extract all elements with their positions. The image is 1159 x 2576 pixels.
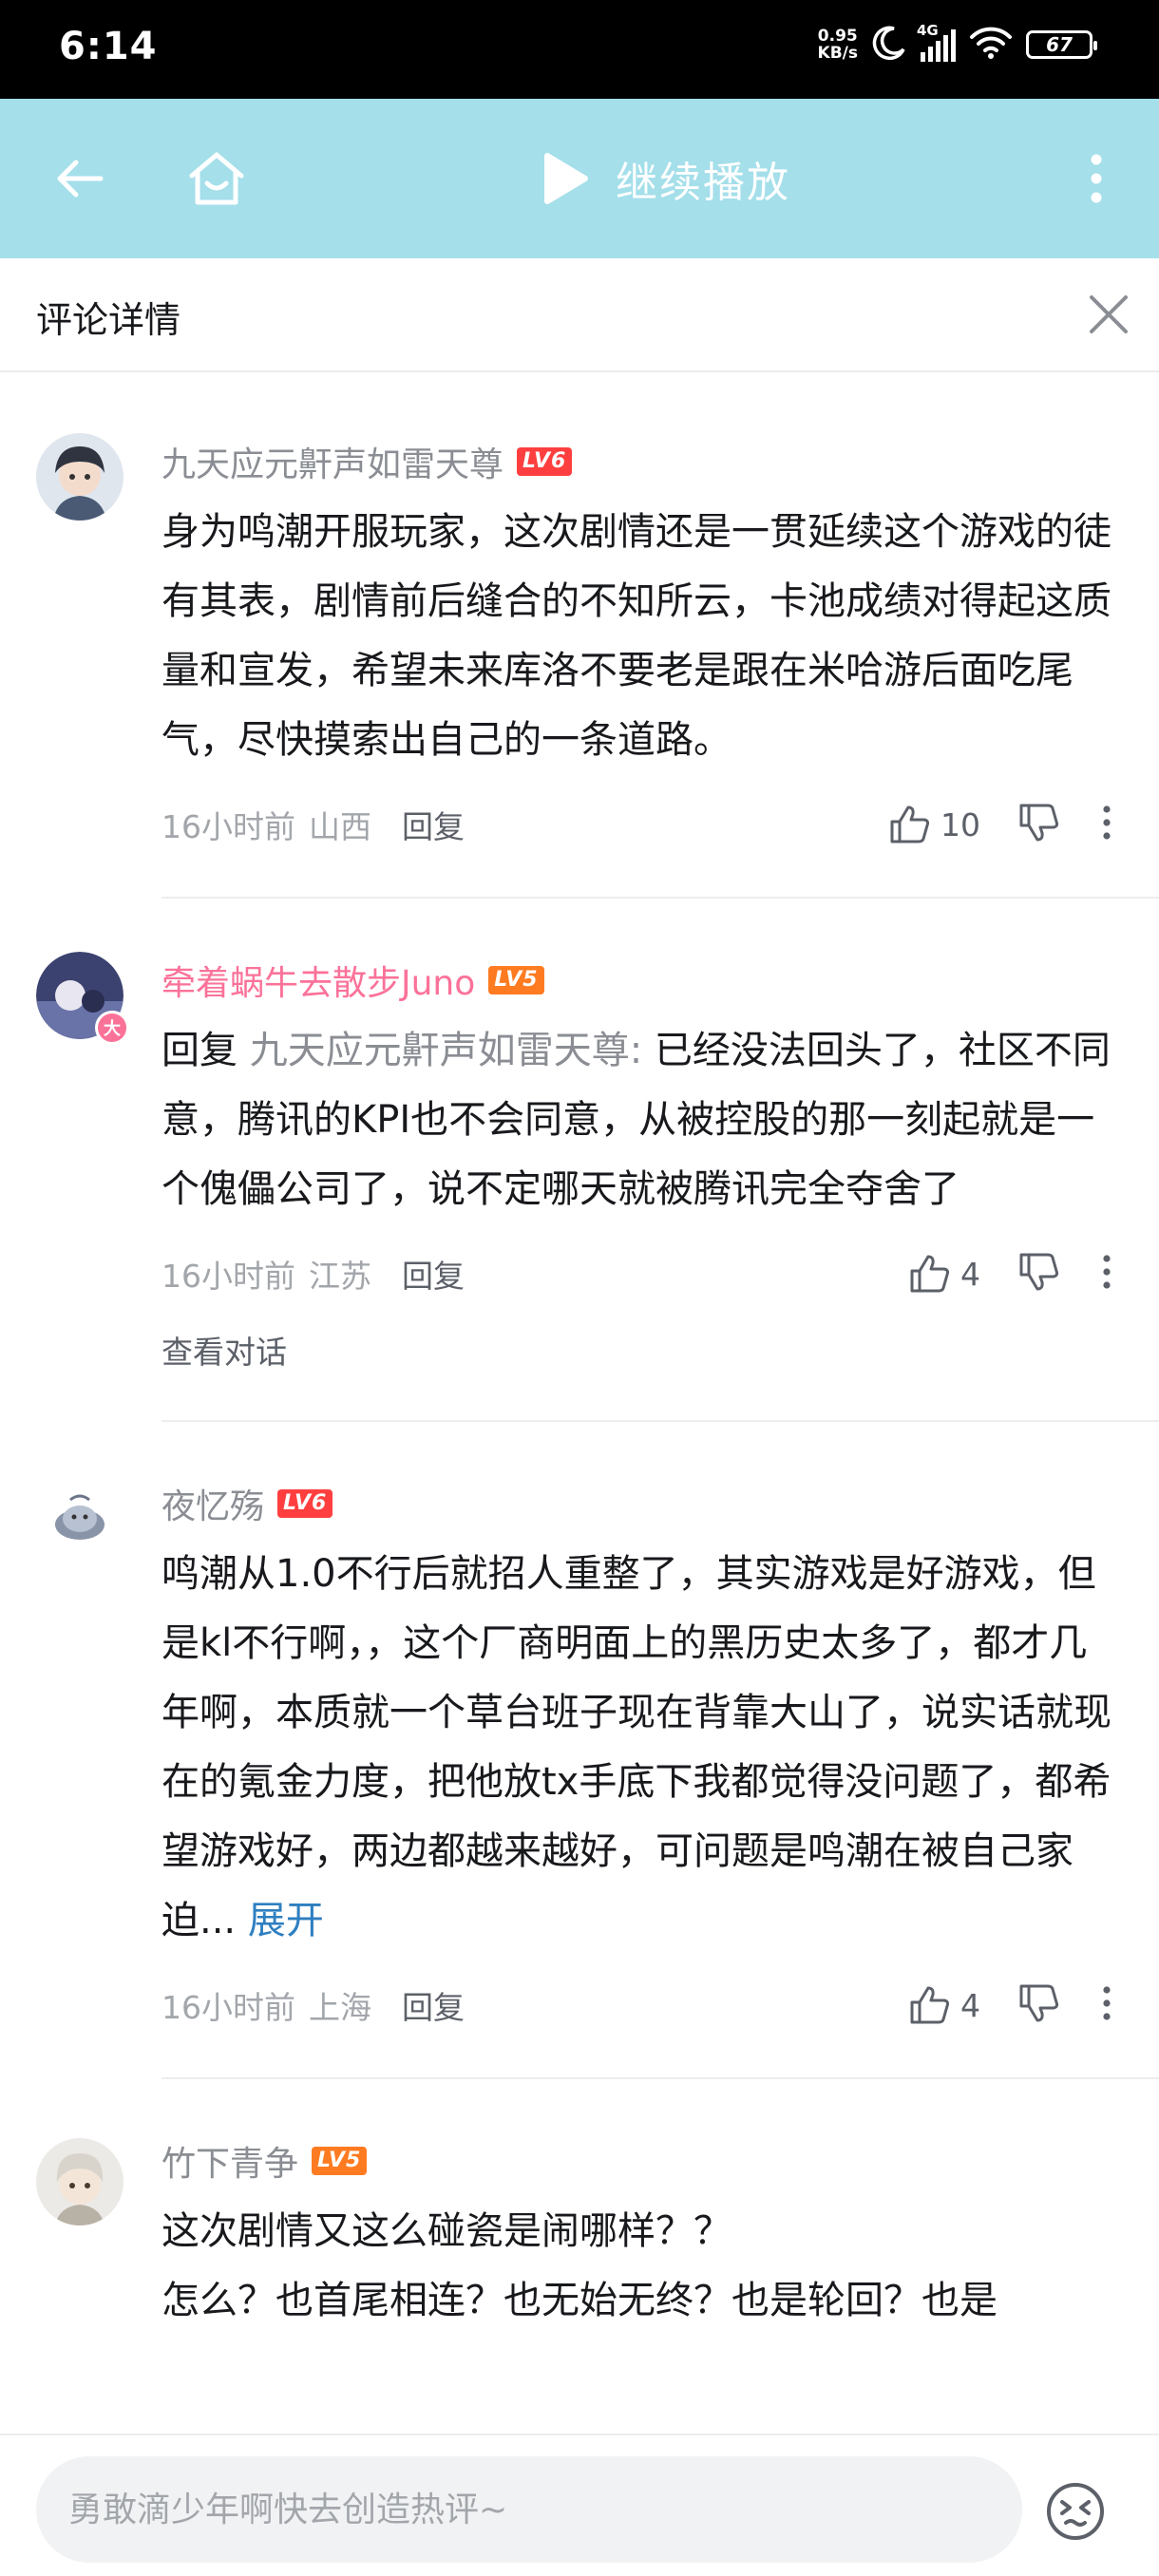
level-badge: LV5 (488, 966, 544, 994)
comment-line: 这次剧情又这么碰瓷是闹哪样？？ (162, 2209, 732, 2253)
page-title: 评论详情 (36, 299, 181, 341)
network-speed: 0.95 KB/s (817, 27, 858, 63)
comment-input[interactable] (36, 2456, 1022, 2563)
moon-icon (871, 25, 907, 65)
back-button[interactable] (42, 141, 118, 217)
more-vertical-icon (1091, 154, 1102, 203)
comment-item: 大 牵着蜗牛去散步Juno LV5 回复 九天应元鼾声如雷天尊: 已经没法回头了… (0, 899, 1159, 1420)
avatar[interactable] (36, 2138, 124, 2226)
thumbs-down-icon (1019, 1253, 1059, 1291)
status-bar: 6:14 0.95 KB/s 4G 67 (0, 0, 1159, 99)
comment-more-button[interactable] (1102, 1255, 1112, 1293)
thumbs-up-icon (890, 805, 930, 843)
thumbs-up-icon (910, 1255, 950, 1293)
username-row: 竹下青争 LV5 (162, 2132, 1112, 2189)
comment-meta: 16小时前 上海 回复 4 (162, 1977, 1112, 2034)
username[interactable]: 牵着蜗牛去散步Juno (162, 956, 475, 1005)
username[interactable]: 竹下青争 (162, 2136, 298, 2186)
level-badge: LV6 (517, 447, 573, 476)
comment-actions: 4 (909, 1245, 1112, 1302)
emoji-button[interactable] (1045, 2481, 1106, 2542)
emoji-icon (1047, 2483, 1104, 2540)
avatar[interactable] (36, 433, 124, 521)
close-button[interactable] (1077, 283, 1140, 346)
username[interactable]: 九天应元鼾声如雷天尊 (162, 437, 504, 486)
username-row: 牵着蜗牛去散步Juno LV5 (162, 952, 1112, 1009)
thumbs-up-icon (910, 1986, 950, 2024)
username-row: 九天应元鼾声如雷天尊 LV6 (162, 433, 1112, 490)
comment-text: 鸣潮从1.0不行后就招人重整了，其实游戏是好游戏，但是kl不行啊，，这个厂商明面… (162, 1540, 1112, 1956)
reply-button[interactable]: 回复 (402, 1251, 465, 1297)
comment-actions: 10 (889, 796, 1112, 853)
expand-link[interactable]: 展开 (248, 1899, 324, 1942)
avatar[interactable] (36, 1475, 124, 1563)
comment-body: 鸣潮从1.0不行后就招人重整了，其实游戏是好游戏，但是kl不行啊，，这个厂商明面… (162, 1552, 1112, 1942)
view-conversation-link[interactable]: 查看对话 (162, 1327, 1112, 1373)
more-options-button[interactable] (1058, 141, 1134, 217)
reply-to-username[interactable]: 九天应元鼾声如雷天尊: (250, 1029, 642, 1072)
comment-time: 16小时前 (162, 1989, 295, 2026)
comment-time: 16小时前 (162, 808, 295, 845)
like-button[interactable]: 4 (909, 1254, 980, 1294)
comment-more-button[interactable] (1102, 805, 1112, 843)
signal-icon: 4G (917, 22, 956, 62)
like-button[interactable]: 10 (889, 805, 980, 844)
comment-item: 竹下青争 LV5 这次剧情又这么碰瓷是闹哪样？？ 怎么？也首尾相连？也无始无终？… (0, 2079, 1159, 2336)
comment-meta: 16小时前 山西 回复 10 (162, 796, 1112, 853)
dislike-button[interactable] (1018, 1252, 1060, 1296)
comment-list: 九天应元鼾声如雷天尊 LV6 身为鸣潮开服玩家，这次剧情还是一贯延续这个游戏的徒… (0, 372, 1159, 2336)
username[interactable]: 夜忆殇 (162, 1479, 264, 1528)
like-count: 4 (960, 1255, 980, 1293)
comment-location: 江苏 (309, 1258, 371, 1295)
comment-input-bar (0, 2434, 1159, 2576)
thumbs-down-icon (1019, 804, 1059, 842)
continue-play-label: 继续播放 (616, 159, 790, 207)
play-icon (544, 153, 588, 204)
avatar-badge: 大 (95, 1011, 129, 1045)
comment-actions: 4 (909, 1977, 1112, 2034)
comment-detail-header: 评论详情 (0, 258, 1159, 372)
level-badge: LV6 (277, 1489, 333, 1518)
more-vertical-icon (1103, 1255, 1111, 1289)
comment-location: 上海 (309, 1989, 371, 2026)
reply-button[interactable]: 回复 (402, 802, 465, 847)
reply-prefix: 回复 (162, 1029, 238, 1072)
comment-text: 回复 九天应元鼾声如雷天尊: 已经没法回头了，社区不同意，腾讯的KPI也不会同意… (162, 1016, 1112, 1224)
comment-text: 身为鸣潮开服玩家，这次剧情还是一贯延续这个游戏的徒有其表，剧情前后缝合的不知所云… (162, 510, 1112, 762)
comment-location: 山西 (309, 808, 371, 845)
arrow-left-icon (57, 160, 104, 198)
comment-item: 夜忆殇 LV6 鸣潮从1.0不行后就招人重整了，其实游戏是好游戏，但是kl不行啊… (0, 1422, 1159, 2077)
home-icon (189, 152, 244, 205)
level-badge: LV5 (312, 2147, 368, 2175)
comment-more-button[interactable] (1102, 1986, 1112, 2024)
wifi-icon (969, 26, 1013, 64)
comment-line: 怎么？也首尾相连？也无始无终？也是轮回？也是 (162, 2279, 998, 2322)
battery-icon: 67 (1026, 30, 1097, 59)
dislike-button[interactable] (1018, 803, 1060, 846)
username-row: 夜忆殇 LV6 (162, 1475, 1112, 1532)
more-vertical-icon (1103, 805, 1111, 840)
comment-text: 这次剧情又这么碰瓷是闹哪样？？ 怎么？也首尾相连？也无始无终？也是轮回？也是 (162, 2197, 1112, 2336)
reply-button[interactable]: 回复 (402, 1982, 465, 2028)
home-button[interactable] (179, 141, 255, 217)
more-vertical-icon (1103, 1986, 1111, 2020)
status-time: 6:14 (59, 25, 158, 68)
comment-meta: 16小时前 江苏 回复 4 (162, 1245, 1112, 1302)
continue-play-button[interactable]: 继续播放 (542, 148, 790, 209)
avatar[interactable]: 大 (36, 952, 129, 1045)
status-icons: 0.95 KB/s 4G 67 (817, 22, 1097, 65)
like-count: 4 (960, 1986, 980, 2024)
like-count: 10 (940, 805, 980, 843)
thumbs-down-icon (1019, 1984, 1059, 2022)
comment-item: 九天应元鼾声如雷天尊 LV6 身为鸣潮开服玩家，这次剧情还是一贯延续这个游戏的徒… (0, 372, 1159, 897)
comment-time: 16小时前 (162, 1258, 295, 1295)
close-icon (1090, 295, 1128, 333)
top-nav-bar: 继续播放 (0, 99, 1159, 258)
like-button[interactable]: 4 (909, 1985, 980, 2025)
dislike-button[interactable] (1018, 1983, 1060, 2027)
